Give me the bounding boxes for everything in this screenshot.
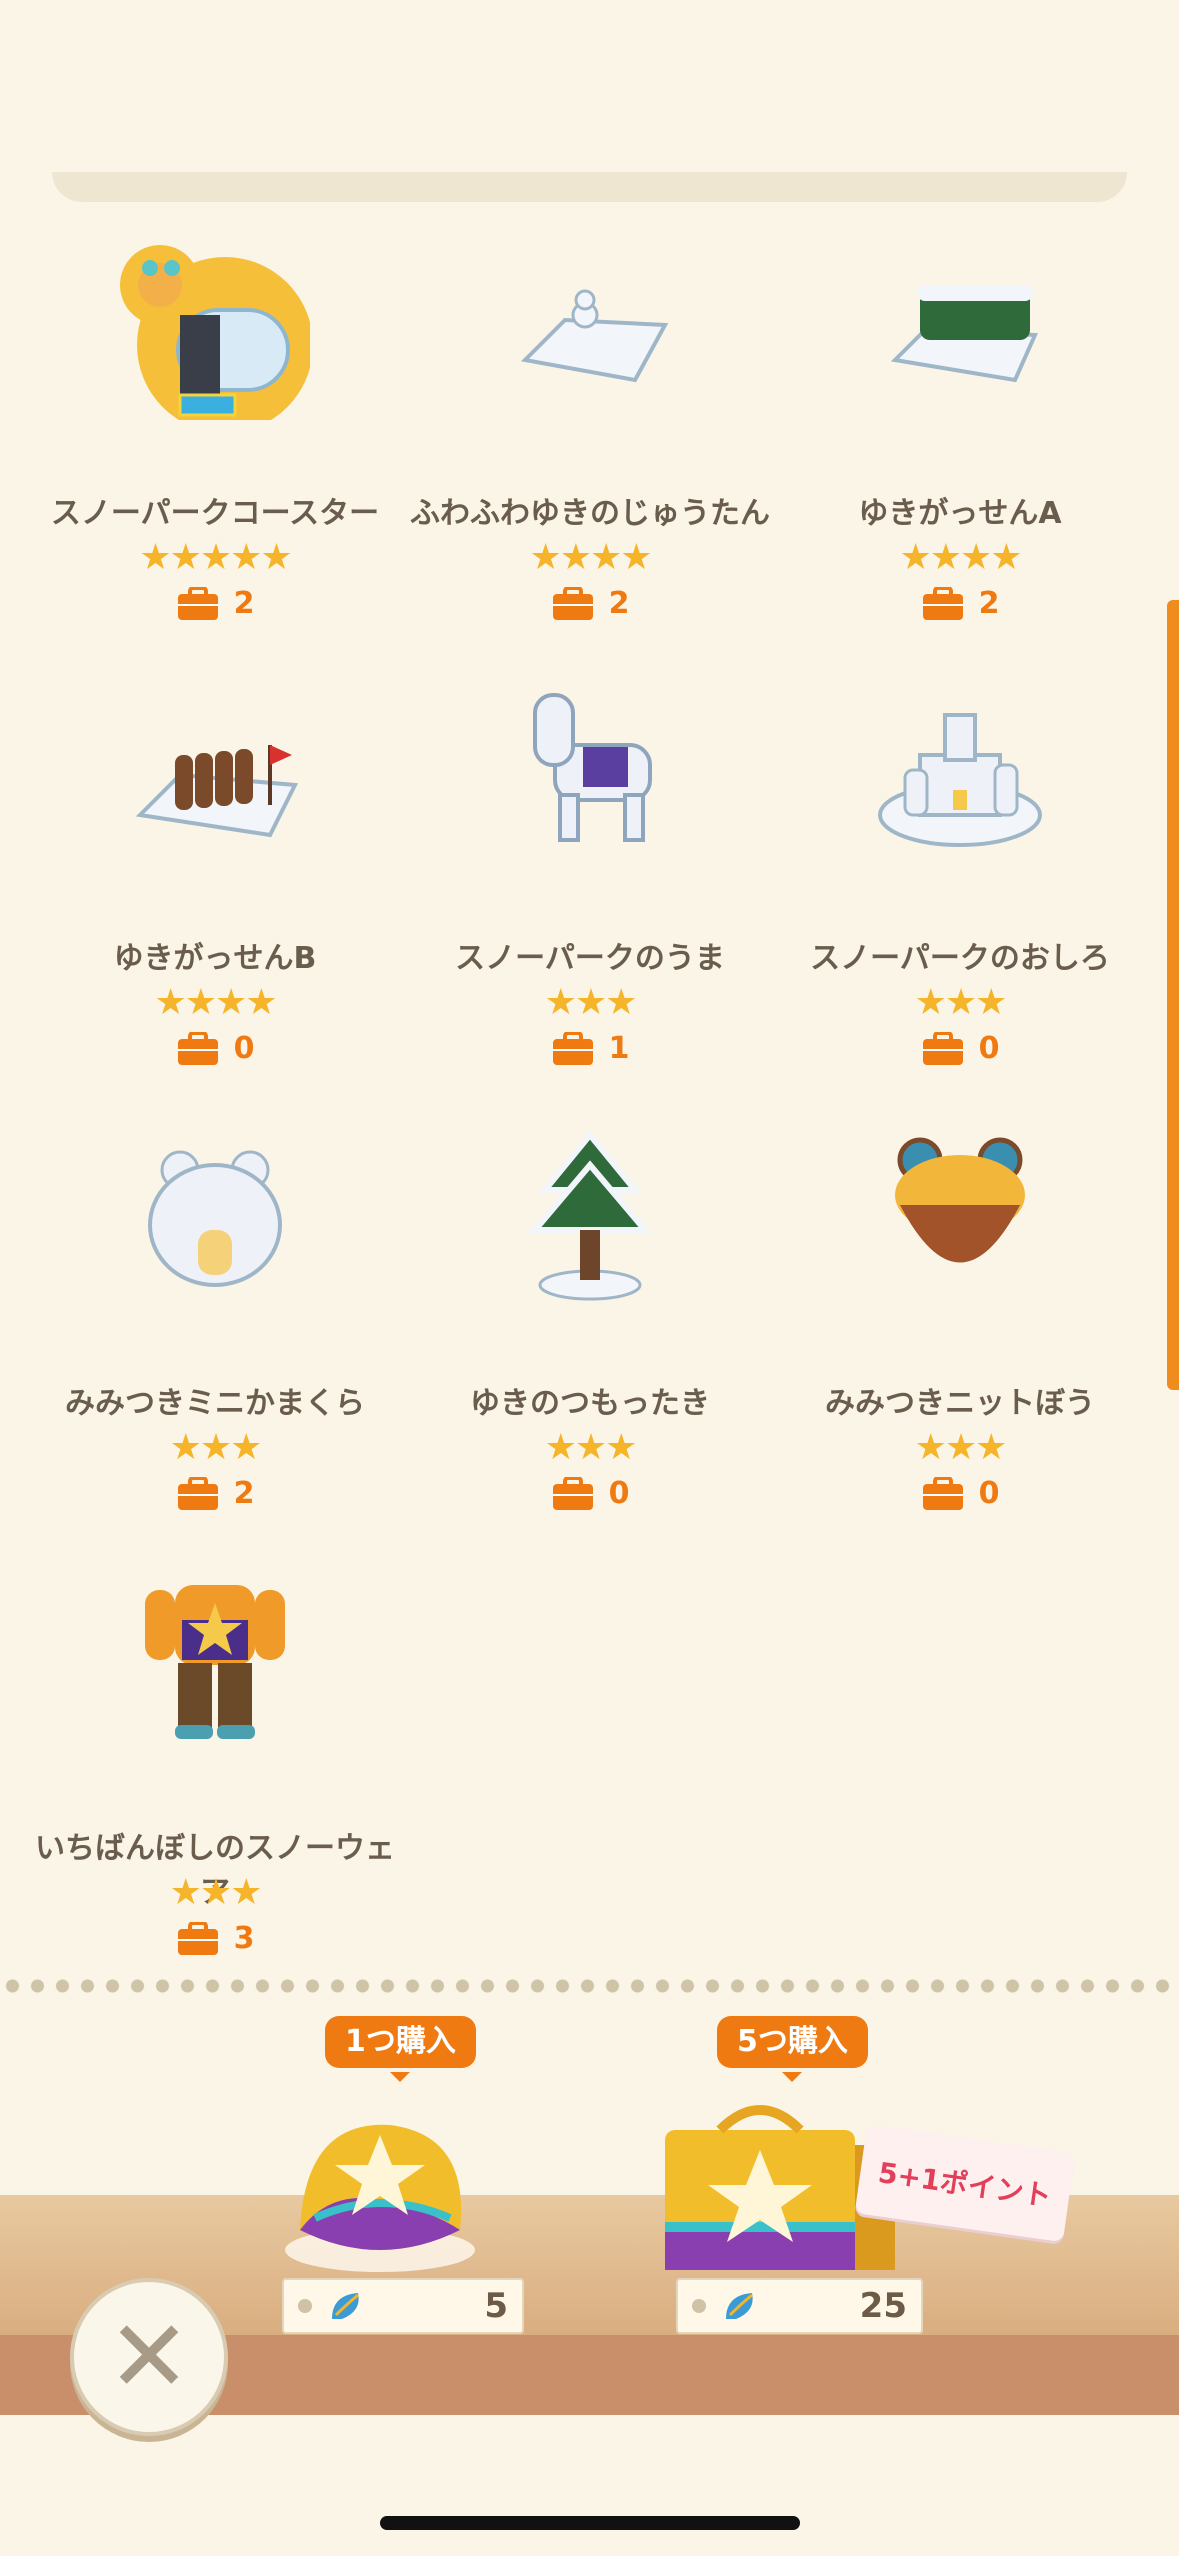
- rarity-stars: ★★★★: [529, 537, 652, 578]
- item-card[interactable]: ゆきがっせんA ★★★★ 2: [775, 230, 1145, 650]
- knit-hat-icon: [865, 1120, 1055, 1310]
- count-value: 0: [233, 1031, 255, 1066]
- rarity-stars: ★★★★★: [139, 537, 292, 578]
- snow-wall-a-icon: [865, 230, 1055, 420]
- rarity-stars: ★★★: [169, 1427, 263, 1468]
- item-name: スノーパークコースター: [50, 496, 380, 531]
- count-value: 0: [608, 1476, 630, 1511]
- fortune-cookie-icon: [285, 2124, 475, 2272]
- leaf-ticket-icon: [332, 2293, 359, 2319]
- bag-icon: [551, 1475, 595, 1511]
- rarity-stars: ★★★: [169, 1872, 263, 1913]
- rarity-stars: ★★★★: [899, 537, 1022, 578]
- item-card[interactable]: みみつきニットぼう ★★★ 0: [775, 1120, 1145, 1540]
- item-card[interactable]: いちばんぼしのスノーウェア ★★★ 3: [30, 1565, 400, 1985]
- tag-hole-icon: [298, 2299, 312, 2313]
- rarity-stars: ★★★: [914, 982, 1008, 1023]
- item-count: 0: [30, 1030, 400, 1066]
- item-count: 2: [405, 585, 775, 621]
- item-name: スノーパークのおしろ: [810, 941, 1110, 976]
- top-band: [52, 172, 1127, 202]
- bag-icon: [551, 1030, 595, 1066]
- count-value: 2: [233, 1476, 255, 1511]
- snow-fence-b-icon: [120, 675, 310, 865]
- snow-rug-icon: [495, 230, 685, 420]
- buy-one-tag: 1つ購入: [325, 2016, 476, 2082]
- item-name: ゆきがっせんB: [113, 941, 317, 976]
- item-count: 2: [30, 585, 400, 621]
- item-name: ゆきがっせんA: [858, 496, 1062, 531]
- rarity-stars: ★★★★: [154, 982, 277, 1023]
- bag-icon: [551, 585, 595, 621]
- item-name: ゆきのつもったき: [470, 1386, 710, 1421]
- snow-coaster-icon: [120, 230, 313, 433]
- home-indicator[interactable]: [380, 2516, 800, 2530]
- count-value: 0: [978, 1476, 1000, 1511]
- item-count: 2: [775, 585, 1145, 621]
- bag-icon: [176, 585, 220, 621]
- item-count: 1: [405, 1030, 775, 1066]
- tag-hole-icon: [692, 2299, 706, 2313]
- item-name: みみつきミニかまくら: [65, 1386, 365, 1421]
- item-card[interactable]: スノーパークコースター ★★★★★ 2: [30, 230, 400, 650]
- buy-one-cookie-button[interactable]: [270, 2100, 490, 2280]
- snow-wear-icon: [120, 1565, 310, 1755]
- rarity-stars: ★★★: [544, 982, 638, 1023]
- item-card[interactable]: スノーパークのおしろ ★★★ 0: [775, 675, 1145, 1095]
- item-count: 0: [775, 1030, 1145, 1066]
- item-card[interactable]: ふわふわゆきのじゅうたん ★★★★ 2: [405, 230, 775, 650]
- count-value: 2: [233, 586, 255, 621]
- item-count: 3: [30, 1920, 400, 1956]
- item-card[interactable]: みみつきミニかまくら ★★★ 2: [30, 1120, 400, 1540]
- count-value: 1: [608, 1031, 630, 1066]
- count-value: 2: [978, 586, 1000, 621]
- bag-icon: [921, 1475, 965, 1511]
- item-name: ふわふわゆきのじゅうたん: [410, 496, 770, 531]
- buy-five-tag: 5つ購入: [717, 2016, 868, 2082]
- bag-icon: [176, 1030, 220, 1066]
- bag-icon: [921, 1030, 965, 1066]
- count-value: 0: [978, 1031, 1000, 1066]
- item-count: 0: [405, 1475, 775, 1511]
- buy-five-price: 25: [676, 2278, 923, 2334]
- snowy-tree-icon: [495, 1120, 685, 1310]
- item-card[interactable]: ゆきのつもったき ★★★ 0: [405, 1120, 775, 1540]
- bag-icon: [176, 1920, 220, 1956]
- item-name: スノーパークのうま: [455, 941, 725, 976]
- mini-kamakura-icon: [120, 1120, 310, 1310]
- item-card[interactable]: スノーパークのうま ★★★ 1: [405, 675, 775, 1095]
- item-name: みみつきニットぼう: [825, 1386, 1095, 1421]
- rarity-stars: ★★★: [544, 1427, 638, 1468]
- scrollbar[interactable]: [1167, 600, 1179, 1390]
- bag-icon: [176, 1475, 220, 1511]
- count-value: 3: [233, 1921, 255, 1956]
- leaf-ticket-icon: [726, 2293, 753, 2319]
- shop-panel: 1つ購入 5 5つ購入 5+1ポイント 25: [0, 2000, 1179, 2556]
- close-button[interactable]: ✕: [70, 2278, 228, 2436]
- price-value: 25: [859, 2286, 907, 2326]
- item-count: 0: [775, 1475, 1145, 1511]
- price-value: 5: [484, 2286, 508, 2326]
- count-value: 2: [608, 586, 630, 621]
- item-count: 2: [30, 1475, 400, 1511]
- snow-horse-icon: [495, 675, 685, 865]
- dotted-divider: [0, 1978, 1179, 1994]
- item-card[interactable]: ゆきがっせんB ★★★★ 0: [30, 675, 400, 1095]
- rarity-stars: ★★★: [914, 1427, 1008, 1468]
- bag-icon: [921, 585, 965, 621]
- buy-one-price: 5: [282, 2278, 524, 2334]
- close-icon: ✕: [107, 2298, 191, 2415]
- snow-castle-icon: [865, 675, 1055, 865]
